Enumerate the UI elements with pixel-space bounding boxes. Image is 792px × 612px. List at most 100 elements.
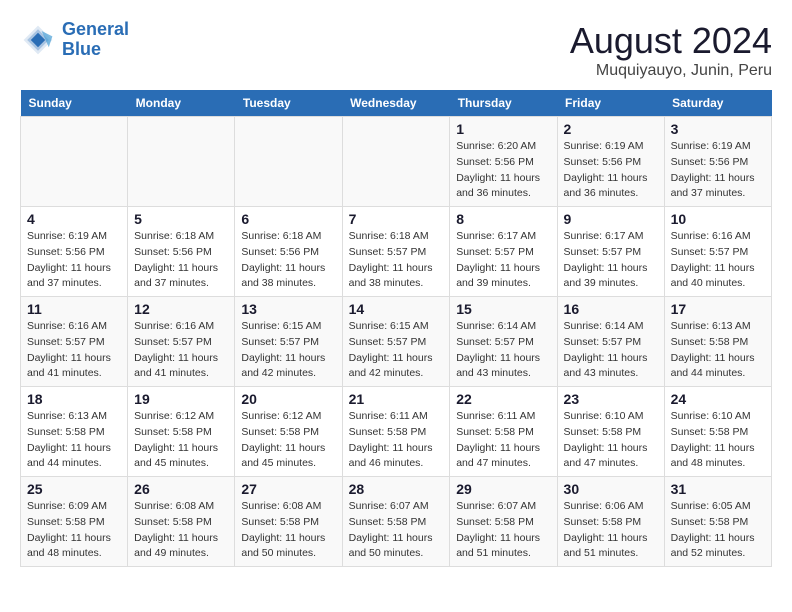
col-header-saturday: Saturday — [664, 90, 771, 117]
week-row-5: 25 Sunrise: 6:09 AMSunset: 5:58 PMDayligh… — [21, 477, 772, 567]
day-info: Sunrise: 6:15 AMSunset: 5:57 PMDaylight:… — [349, 319, 444, 382]
day-number: 7 — [349, 211, 444, 227]
calendar-cell: 16 Sunrise: 6:14 AMSunset: 5:57 PMDayligh… — [557, 297, 664, 387]
calendar-cell: 10Sunrise: 6:16 AMSunset: 5:57 PMDayligh… — [664, 207, 771, 297]
week-row-1: 1Sunrise: 6:20 AMSunset: 5:56 PMDaylight… — [21, 117, 772, 207]
day-info: Sunrise: 6:08 AMSunset: 5:58 PMDaylight:… — [241, 499, 335, 562]
calendar-cell: 15 Sunrise: 6:14 AMSunset: 5:57 PMDayligh… — [450, 297, 557, 387]
day-number: 28 — [349, 481, 444, 497]
day-info: Sunrise: 6:05 AMSunset: 5:58 PMDaylight:… — [671, 499, 765, 562]
day-info: Sunrise: 6:19 AMSunset: 5:56 PMDaylight:… — [27, 229, 121, 292]
calendar-cell: 22Sunrise: 6:11 AMSunset: 5:58 PMDayligh… — [450, 387, 557, 477]
calendar-cell: 9 Sunrise: 6:17 AMSunset: 5:57 PMDaylight… — [557, 207, 664, 297]
day-number: 12 — [134, 301, 228, 317]
calendar-cell: 24Sunrise: 6:10 AMSunset: 5:58 PMDayligh… — [664, 387, 771, 477]
day-info: Sunrise: 6:13 AMSunset: 5:58 PMDaylight:… — [671, 319, 765, 382]
calendar-cell: 31 Sunrise: 6:05 AMSunset: 5:58 PMDayligh… — [664, 477, 771, 567]
calendar-cell: 21 Sunrise: 6:11 AMSunset: 5:58 PMDayligh… — [342, 387, 450, 477]
day-info: Sunrise: 6:09 AMSunset: 5:58 PMDaylight:… — [27, 499, 121, 562]
logo-icon — [20, 22, 56, 58]
logo-text: General Blue — [62, 20, 129, 60]
day-number: 5 — [134, 211, 228, 227]
day-number: 8 — [456, 211, 550, 227]
calendar-cell: 3 Sunrise: 6:19 AMSunset: 5:56 PMDaylight… — [664, 117, 771, 207]
day-info: Sunrise: 6:19 AMSunset: 5:56 PMDaylight:… — [671, 139, 765, 202]
day-info: Sunrise: 6:18 AMSunset: 5:56 PMDaylight:… — [134, 229, 228, 292]
calendar-header-row: SundayMondayTuesdayWednesdayThursdayFrid… — [21, 90, 772, 117]
calendar-table: SundayMondayTuesdayWednesdayThursdayFrid… — [20, 90, 772, 567]
day-info: Sunrise: 6:10 AMSunset: 5:58 PMDaylight:… — [564, 409, 658, 472]
col-header-thursday: Thursday — [450, 90, 557, 117]
calendar-cell: 20Sunrise: 6:12 AMSunset: 5:58 PMDayligh… — [235, 387, 342, 477]
calendar-cell: 23Sunrise: 6:10 AMSunset: 5:58 PMDayligh… — [557, 387, 664, 477]
day-info: Sunrise: 6:16 AMSunset: 5:57 PMDaylight:… — [671, 229, 765, 292]
day-info: Sunrise: 6:17 AMSunset: 5:57 PMDaylight:… — [456, 229, 550, 292]
col-header-friday: Friday — [557, 90, 664, 117]
day-number: 6 — [241, 211, 335, 227]
calendar-cell — [128, 117, 235, 207]
day-number: 24 — [671, 391, 765, 407]
calendar-cell: 14Sunrise: 6:15 AMSunset: 5:57 PMDayligh… — [342, 297, 450, 387]
day-number: 19 — [134, 391, 228, 407]
day-info: Sunrise: 6:14 AMSunset: 5:57 PMDaylight:… — [564, 319, 658, 382]
day-number: 31 — [671, 481, 765, 497]
page-header: General Blue August 2024 Muquiyauyo, Jun… — [20, 20, 772, 80]
calendar-cell: 26Sunrise: 6:08 AMSunset: 5:58 PMDayligh… — [128, 477, 235, 567]
day-info: Sunrise: 6:12 AMSunset: 5:58 PMDaylight:… — [134, 409, 228, 472]
calendar-cell: 29 Sunrise: 6:07 AMSunset: 5:58 PMDayligh… — [450, 477, 557, 567]
day-number: 17 — [671, 301, 765, 317]
sub-title: Muquiyauyo, Junin, Peru — [570, 62, 772, 80]
day-info: Sunrise: 6:14 AMSunset: 5:57 PMDaylight:… — [456, 319, 550, 382]
day-number: 18 — [27, 391, 121, 407]
day-info: Sunrise: 6:11 AMSunset: 5:58 PMDaylight:… — [349, 409, 444, 472]
day-info: Sunrise: 6:16 AMSunset: 5:57 PMDaylight:… — [27, 319, 121, 382]
day-number: 9 — [564, 211, 658, 227]
day-number: 15 — [456, 301, 550, 317]
day-number: 21 — [349, 391, 444, 407]
calendar-cell — [235, 117, 342, 207]
day-number: 1 — [456, 121, 550, 137]
day-number: 11 — [27, 301, 121, 317]
calendar-cell: 1Sunrise: 6:20 AMSunset: 5:56 PMDaylight… — [450, 117, 557, 207]
col-header-monday: Monday — [128, 90, 235, 117]
day-number: 16 — [564, 301, 658, 317]
week-row-3: 11 Sunrise: 6:16 AMSunset: 5:57 PMDayligh… — [21, 297, 772, 387]
day-number: 2 — [564, 121, 658, 137]
calendar-cell — [342, 117, 450, 207]
col-header-tuesday: Tuesday — [235, 90, 342, 117]
day-number: 27 — [241, 481, 335, 497]
day-info: Sunrise: 6:19 AMSunset: 5:56 PMDaylight:… — [564, 139, 658, 202]
calendar-cell: 13Sunrise: 6:15 AMSunset: 5:57 PMDayligh… — [235, 297, 342, 387]
day-number: 3 — [671, 121, 765, 137]
title-block: August 2024 Muquiyauyo, Junin, Peru — [570, 20, 772, 80]
calendar-cell: 2 Sunrise: 6:19 AMSunset: 5:56 PMDaylight… — [557, 117, 664, 207]
calendar-cell: 7 Sunrise: 6:18 AMSunset: 5:57 PMDaylight… — [342, 207, 450, 297]
day-info: Sunrise: 6:06 AMSunset: 5:58 PMDaylight:… — [564, 499, 658, 562]
col-header-wednesday: Wednesday — [342, 90, 450, 117]
calendar-cell: 8 Sunrise: 6:17 AMSunset: 5:57 PMDaylight… — [450, 207, 557, 297]
calendar-cell — [21, 117, 128, 207]
calendar-cell: 11 Sunrise: 6:16 AMSunset: 5:57 PMDayligh… — [21, 297, 128, 387]
day-info: Sunrise: 6:17 AMSunset: 5:57 PMDaylight:… — [564, 229, 658, 292]
calendar-cell: 17 Sunrise: 6:13 AMSunset: 5:58 PMDayligh… — [664, 297, 771, 387]
day-info: Sunrise: 6:18 AMSunset: 5:56 PMDaylight:… — [241, 229, 335, 292]
main-title: August 2024 — [570, 20, 772, 62]
day-number: 13 — [241, 301, 335, 317]
calendar-cell: 6 Sunrise: 6:18 AMSunset: 5:56 PMDaylight… — [235, 207, 342, 297]
calendar-cell: 25 Sunrise: 6:09 AMSunset: 5:58 PMDayligh… — [21, 477, 128, 567]
col-header-sunday: Sunday — [21, 90, 128, 117]
week-row-2: 4 Sunrise: 6:19 AMSunset: 5:56 PMDaylight… — [21, 207, 772, 297]
day-number: 26 — [134, 481, 228, 497]
day-info: Sunrise: 6:11 AMSunset: 5:58 PMDaylight:… — [456, 409, 550, 472]
day-info: Sunrise: 6:12 AMSunset: 5:58 PMDaylight:… — [241, 409, 335, 472]
day-info: Sunrise: 6:13 AMSunset: 5:58 PMDaylight:… — [27, 409, 121, 472]
day-info: Sunrise: 6:18 AMSunset: 5:57 PMDaylight:… — [349, 229, 444, 292]
calendar-cell: 27 Sunrise: 6:08 AMSunset: 5:58 PMDayligh… — [235, 477, 342, 567]
day-number: 29 — [456, 481, 550, 497]
calendar-cell: 19 Sunrise: 6:12 AMSunset: 5:58 PMDayligh… — [128, 387, 235, 477]
calendar-cell: 12Sunrise: 6:16 AMSunset: 5:57 PMDayligh… — [128, 297, 235, 387]
day-info: Sunrise: 6:07 AMSunset: 5:58 PMDaylight:… — [456, 499, 550, 562]
calendar-cell: 30Sunrise: 6:06 AMSunset: 5:58 PMDayligh… — [557, 477, 664, 567]
day-number: 25 — [27, 481, 121, 497]
day-number: 4 — [27, 211, 121, 227]
